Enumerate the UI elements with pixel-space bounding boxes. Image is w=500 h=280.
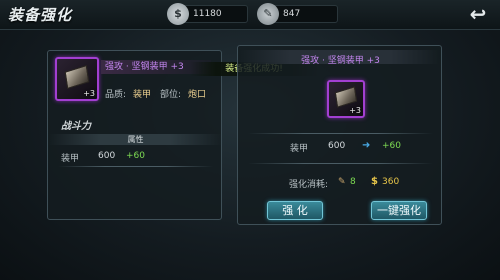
stat-value: 600: [98, 151, 116, 161]
auto-strengthen-button[interactable]: 一键强化: [371, 201, 427, 220]
coin-icon: $: [167, 3, 189, 25]
divider: [248, 163, 433, 164]
stat-bonus: +60: [126, 151, 145, 161]
attributes-header: 属性: [48, 134, 223, 145]
stone-amount: 847: [283, 9, 301, 19]
strengthen-item-name: 强攻 · 坚钢装甲 +3: [301, 56, 380, 66]
back-button[interactable]: ↩: [464, 4, 492, 26]
coin-counter: $ 11180: [167, 3, 248, 25]
cost-stones: 8: [350, 177, 356, 187]
top-bar: 装备强化 $ 11180 ✎ 847 ↩: [0, 0, 500, 30]
strengthen-item-slot[interactable]: +3: [327, 80, 365, 118]
stat-name: 装甲: [61, 154, 80, 164]
page-title: 装备强化: [8, 6, 73, 24]
strengthen-panel: 强攻 · 坚钢装甲 +3 +3 装甲 600 ➜ +60 强化消耗: ✎ 8 $…: [237, 45, 442, 225]
armor-icon: [64, 65, 90, 89]
arrow-right-icon: ➜: [362, 140, 371, 151]
coin-icon: $: [371, 176, 378, 187]
strengthen-button[interactable]: 强 化: [267, 201, 323, 220]
back-arrow-icon: ↩: [469, 2, 487, 26]
quality-value: 装甲: [133, 90, 152, 100]
strengthen-item-level: +3: [349, 106, 361, 115]
armor-icon: [334, 86, 358, 108]
preview-stat-name: 装甲: [290, 144, 309, 154]
strengthen-stone-icon: ✎: [257, 3, 279, 25]
divider: [58, 166, 213, 167]
preview-stat-value: 600: [328, 141, 346, 151]
stone-counter: ✎ 847: [257, 3, 338, 25]
slot-label: 部位:: [160, 90, 182, 100]
cost-coins: 360: [382, 177, 400, 187]
item-level: +3: [83, 89, 95, 98]
cost-label: 强化消耗:: [289, 180, 329, 190]
strengthen-stone-icon: ✎: [338, 177, 346, 187]
divider: [248, 133, 433, 134]
quality-label: 品质:: [105, 90, 127, 100]
preview-stat-bonus: +60: [382, 141, 401, 151]
coin-amount: 11180: [193, 9, 222, 19]
equipment-slot[interactable]: +3: [55, 57, 99, 101]
slot-value: 炮口: [188, 90, 207, 100]
power-label: 战斗力: [61, 121, 91, 132]
